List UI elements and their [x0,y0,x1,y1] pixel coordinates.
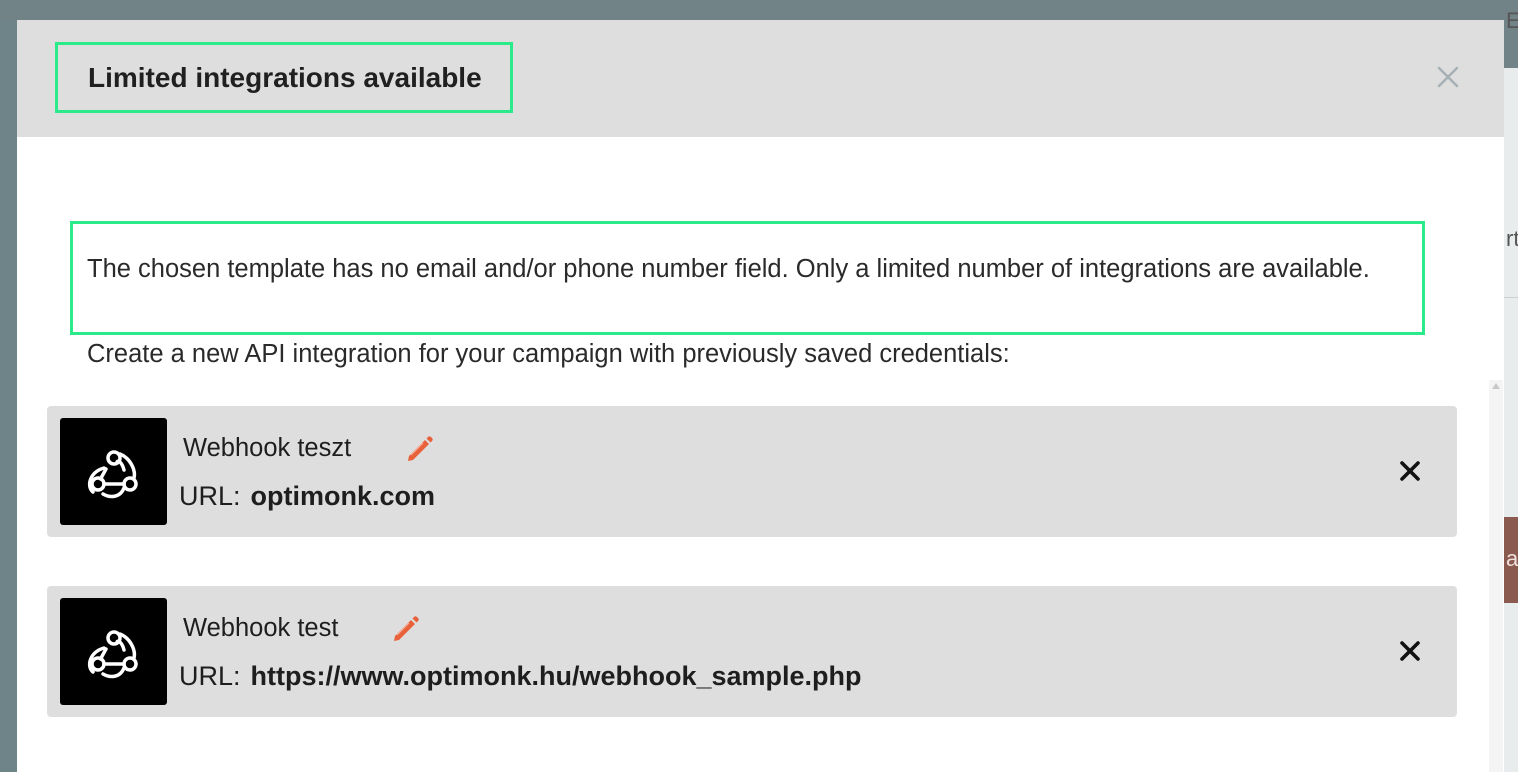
edit-pencil-icon[interactable] [403,432,435,464]
backdrop-divider [1504,297,1518,298]
integration-url-row: URL: https://www.optimonk.hu/webhook_samp… [179,661,862,692]
notice-highlight-box: The chosen template has no email and/or … [70,221,1425,335]
backdrop-text-3: a [1506,546,1518,571]
backdrop-top [0,0,1518,20]
url-value: https://www.optimonk.hu/webhook_sample.p… [250,661,862,691]
backdrop-text-1: E [1506,8,1518,33]
integration-name: Webhook teszt [183,434,352,462]
backdrop-text-2: rt [1506,226,1518,251]
webhook-icon [60,598,167,705]
scrollbar[interactable] [1489,380,1503,772]
remove-integration-icon[interactable] [1398,459,1422,483]
limited-integrations-modal: Limited integrations available The chose… [17,20,1504,772]
close-icon[interactable] [1435,64,1461,90]
backdrop-panel [1504,68,1518,772]
url-label: URL: [179,481,241,511]
url-value: optimonk.com [250,481,436,511]
remove-integration-icon[interactable] [1398,639,1422,663]
title-highlight-box: Limited integrations available [55,42,513,113]
integration-card[interactable]: Webhook teszt URL: optimonk.com [47,406,1457,537]
backdrop-page-edge: E rt a [1504,0,1518,772]
notice-text: The chosen template has no email and/or … [87,255,1370,283]
scroll-up-arrow-icon[interactable] [1492,383,1500,389]
integration-card[interactable]: Webhook test URL: https://www.optimonk.hu… [47,586,1457,717]
webhook-icon [60,418,167,525]
modal-title: Limited integrations available [88,61,482,93]
integration-url-row: URL: optimonk.com [179,481,435,512]
url-label: URL: [179,661,241,691]
instruction-text: Create a new API integration for your ca… [87,340,1010,368]
integration-name: Webhook test [183,614,339,642]
edit-pencil-icon[interactable] [389,612,421,644]
modal-header: Limited integrations available [17,20,1504,137]
